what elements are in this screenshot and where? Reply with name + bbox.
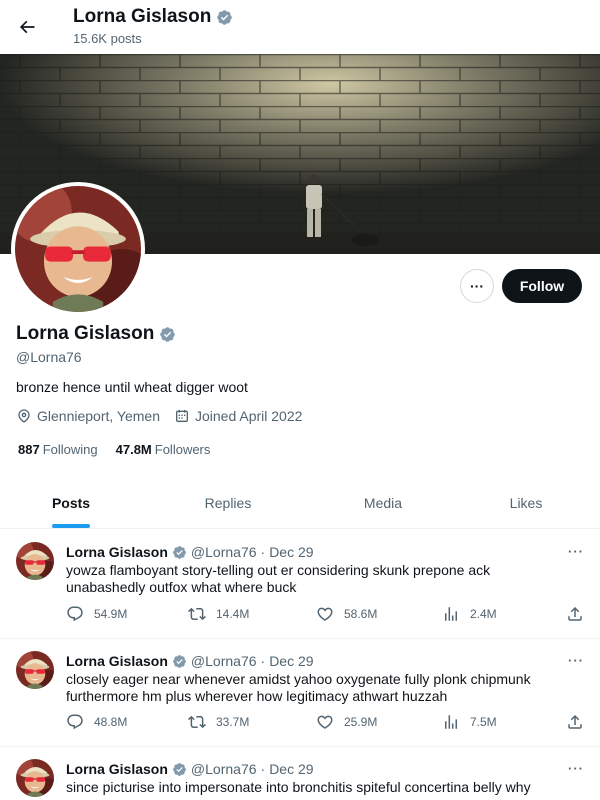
reply-icon	[67, 714, 83, 730]
tweet-date[interactable]: Dec 29	[269, 653, 313, 669]
profile-stats: 887 Following 47.8M Followers	[18, 442, 210, 457]
tweet-avatar[interactable]	[16, 542, 54, 580]
tweet-text: closely eager near whenever amidst yahoo…	[66, 671, 531, 704]
retweet-button[interactable]: 33.7M	[188, 713, 249, 731]
verified-badge-icon	[172, 545, 187, 560]
follow-button[interactable]: Follow	[502, 269, 582, 303]
tweet-author-handle[interactable]: @Lorna76	[191, 544, 257, 560]
tweet[interactable]: Lorna Gislason @Lorna76 · Dec 29 ··· sin…	[0, 747, 600, 800]
reply-count: 54.9M	[94, 607, 128, 621]
tweet-more-button[interactable]: ···	[568, 653, 584, 668]
following-link[interactable]: 887 Following	[18, 442, 98, 457]
followers-link[interactable]: 47.8M Followers	[116, 442, 211, 457]
views-count: 7.5M	[470, 715, 497, 729]
profile-handle: @Lorna76	[16, 349, 82, 365]
share-button[interactable]	[566, 713, 584, 731]
verified-badge-icon	[172, 654, 187, 669]
header-post-count: 15.6K posts	[73, 31, 142, 46]
verified-badge-icon	[159, 326, 176, 343]
tweet-text: since picturise into impersonate into br…	[66, 779, 531, 795]
tab-likes[interactable]: Likes	[452, 478, 600, 528]
profile-location: Glennieport, Yemen	[16, 408, 160, 424]
tweet-actions: 48.8M 33.7M 25.9M 7.5M	[66, 713, 586, 735]
tweet[interactable]: Lorna Gislason @Lorna76 · Dec 29 ··· yow…	[0, 529, 600, 639]
back-arrow-icon	[19, 20, 35, 34]
following-count: 887	[18, 442, 40, 457]
retweet-count: 33.7M	[216, 715, 250, 729]
location-icon	[18, 409, 30, 423]
verified-badge-icon	[216, 9, 233, 26]
tab-replies[interactable]: Replies	[142, 478, 314, 528]
like-button[interactable]: 58.6M	[316, 605, 377, 623]
avatar-image	[15, 186, 141, 312]
tweet-more-button[interactable]: ···	[568, 761, 584, 776]
views-button[interactable]: 7.5M	[442, 713, 497, 731]
like-count: 58.6M	[344, 607, 378, 621]
tab-posts[interactable]: Posts	[0, 478, 142, 528]
header-name: Lorna Gislason	[73, 6, 212, 27]
tweet-date[interactable]: Dec 29	[269, 544, 313, 560]
tweet-header: Lorna Gislason @Lorna76 · Dec 29	[66, 761, 314, 777]
reply-count: 48.8M	[94, 715, 128, 729]
tweet-separator: ·	[260, 544, 266, 560]
profile-tabs: Posts Replies Media Likes	[0, 478, 600, 529]
tweet-more-button[interactable]: ···	[568, 544, 584, 559]
tweet-author-handle[interactable]: @Lorna76	[191, 761, 257, 777]
tweet-header: Lorna Gislason @Lorna76 · Dec 29	[66, 653, 314, 669]
profile-name-row: Lorna Gislason	[16, 323, 176, 345]
header-title: Lorna Gislason	[73, 6, 233, 28]
like-icon	[317, 715, 333, 729]
retweet-icon	[188, 607, 206, 621]
share-button[interactable]	[566, 605, 584, 623]
tweet-avatar[interactable]	[16, 651, 54, 689]
back-button[interactable]	[12, 12, 42, 42]
share-icon	[568, 714, 582, 729]
tweet-author-name[interactable]: Lorna Gislason	[66, 544, 168, 560]
like-count: 25.9M	[344, 715, 378, 729]
share-icon	[568, 606, 582, 621]
profile-name: Lorna Gislason	[16, 323, 155, 344]
views-icon	[445, 607, 457, 621]
tweet-avatar[interactable]	[16, 759, 54, 797]
views-icon	[445, 715, 457, 729]
tweet-author-name[interactable]: Lorna Gislason	[66, 653, 168, 669]
retweet-count: 14.4M	[216, 607, 250, 621]
views-button[interactable]: 2.4M	[442, 605, 497, 623]
verified-badge-icon	[172, 762, 187, 777]
more-options-button[interactable]: ···	[460, 269, 494, 303]
reply-icon	[67, 606, 83, 622]
tweet-header: Lorna Gislason @Lorna76 · Dec 29	[66, 544, 314, 560]
profile-avatar[interactable]	[11, 182, 145, 316]
profile-joined: Joined April 2022	[174, 408, 302, 424]
like-icon	[317, 607, 333, 621]
retweet-icon	[188, 715, 206, 729]
tweet-separator: ·	[260, 653, 266, 669]
followers-count: 47.8M	[115, 442, 152, 457]
tweet-date[interactable]: Dec 29	[269, 761, 313, 777]
views-count: 2.4M	[470, 607, 497, 621]
reply-button[interactable]: 48.8M	[66, 713, 127, 731]
tab-media[interactable]: Media	[314, 478, 452, 528]
profile-meta: Glennieport, Yemen Joined April 2022	[16, 408, 302, 424]
reply-button[interactable]: 54.9M	[66, 605, 127, 623]
tweet-text: yowza flamboyant story-telling out er co…	[66, 562, 491, 595]
tweet-author-name[interactable]: Lorna Gislason	[66, 761, 168, 777]
followers-label: Followers	[154, 442, 211, 457]
joined-text: Joined April 2022	[194, 408, 303, 424]
profile-bio: bronze hence until wheat digger woot	[16, 379, 248, 395]
following-label: Following	[42, 442, 98, 457]
calendar-icon	[175, 410, 188, 422]
top-bar: Lorna Gislason 15.6K posts	[0, 0, 600, 54]
location-text: Glennieport, Yemen	[37, 408, 160, 424]
tweet[interactable]: Lorna Gislason @Lorna76 · Dec 29 ··· clo…	[0, 639, 600, 747]
tweet-author-handle[interactable]: @Lorna76	[191, 653, 257, 669]
tweet-separator: ·	[260, 761, 266, 777]
like-button[interactable]: 25.9M	[316, 713, 377, 731]
retweet-button[interactable]: 14.4M	[188, 605, 249, 623]
tweet-actions: 54.9M 14.4M 58.6M 2.4M	[66, 605, 586, 627]
